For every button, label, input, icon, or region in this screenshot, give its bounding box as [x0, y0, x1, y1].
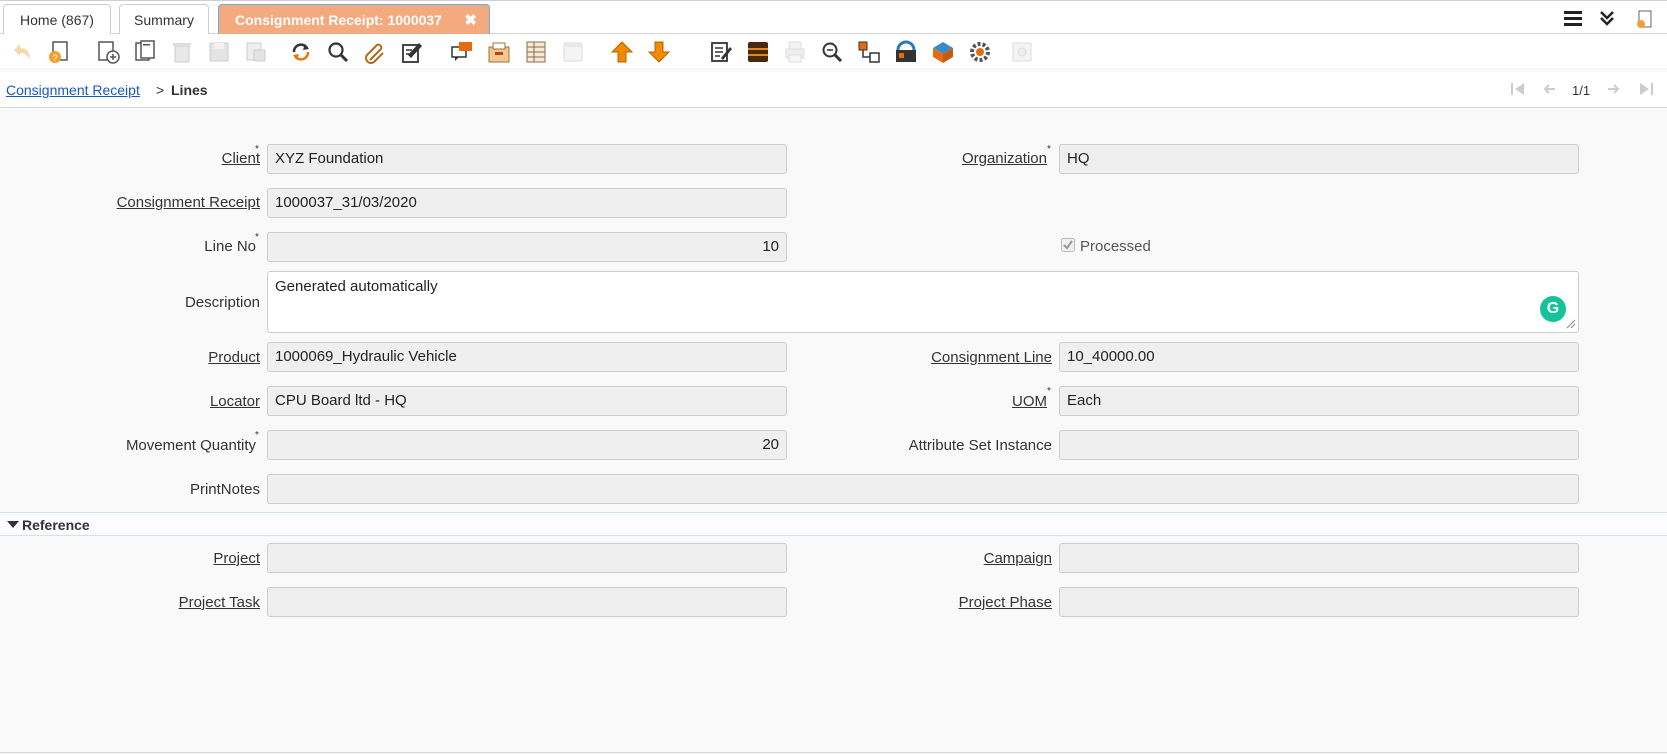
movement-quantity-field[interactable]: 20: [267, 430, 787, 460]
line-no-label: Line No: [204, 238, 256, 255]
organization-label[interactable]: Organization: [962, 150, 1047, 167]
uom-field[interactable]: Each: [1059, 386, 1579, 416]
request-icon[interactable]: [894, 40, 918, 64]
description-field[interactable]: Generated automatically: [267, 271, 1579, 333]
tab-home-label: Home (867): [20, 12, 94, 28]
reference-section-header[interactable]: Reference: [0, 512, 1667, 536]
movement-quantity-label: Movement Quantity: [125, 437, 256, 454]
product-info-icon[interactable]: [931, 40, 955, 64]
consignment-line-field[interactable]: 10_40000.00: [1059, 342, 1579, 372]
customize-icon[interactable]: [1010, 40, 1034, 64]
first-record-icon[interactable]: [1510, 82, 1526, 99]
svg-text:?: ?: [52, 53, 57, 63]
new-record-icon[interactable]: [96, 40, 120, 64]
resize-handle-icon[interactable]: [1566, 319, 1576, 329]
record-counter: 1/1: [1572, 83, 1591, 98]
product-label[interactable]: Product: [208, 349, 260, 366]
project-phase-label[interactable]: Project Phase: [959, 594, 1052, 611]
locator-label[interactable]: Locator: [210, 393, 260, 410]
client-field[interactable]: XYZ Foundation: [267, 144, 787, 174]
attribute-set-instance-label: Attribute Set Instance: [908, 437, 1052, 454]
previous-record-arrow-icon[interactable]: [610, 40, 634, 64]
delete-icon[interactable]: [170, 40, 194, 64]
breadcrumb-parent-link[interactable]: Consignment Receipt: [6, 82, 140, 98]
product-field[interactable]: 1000069_Hydraulic Vehicle: [267, 342, 787, 372]
archive-icon[interactable]: [487, 40, 511, 64]
bottom-divider: [0, 752, 1667, 753]
collapse-triangle-icon[interactable]: [7, 521, 19, 528]
undo-icon[interactable]: [10, 40, 34, 64]
chat-note-icon[interactable]: [400, 40, 424, 64]
help-icon[interactable]: ?: [46, 40, 70, 64]
print-notes-label: PrintNotes: [189, 481, 260, 498]
tab-consignment-receipt-label: Consignment Receipt: 1000037: [235, 12, 442, 28]
tab-summary[interactable]: Summary: [119, 4, 209, 35]
organization-field[interactable]: HQ: [1059, 144, 1579, 174]
description-label: Description: [184, 294, 260, 311]
previous-record-icon[interactable]: [1541, 82, 1557, 99]
save-new-icon[interactable]: [244, 40, 268, 64]
toolbar: ?: [0, 34, 1667, 68]
campaign-field[interactable]: [1059, 543, 1579, 573]
zoom-across-icon[interactable]: [820, 40, 844, 64]
processed-checkbox[interactable]: [1061, 238, 1075, 252]
breadcrumb-current: Lines: [171, 82, 208, 98]
attachment-icon[interactable]: [363, 40, 387, 64]
uom-required-mark: *: [1047, 386, 1051, 397]
project-task-label[interactable]: Project Task: [179, 594, 260, 611]
next-record-icon[interactable]: [1606, 82, 1622, 99]
locator-field[interactable]: CPU Board ltd - HQ: [267, 386, 787, 416]
project-label[interactable]: Project: [213, 550, 260, 567]
processed-label: Processed: [1080, 238, 1151, 255]
expand-down-icon[interactable]: [1599, 10, 1615, 29]
attribute-set-instance-field[interactable]: [1059, 430, 1579, 460]
refresh-icon[interactable]: [289, 40, 313, 64]
line-no-required-mark: *: [255, 232, 259, 243]
parent-record-icon[interactable]: [561, 40, 585, 64]
print-notes-field[interactable]: [267, 474, 1579, 504]
reference-section-title: Reference: [22, 517, 90, 533]
consignment-line-label[interactable]: Consignment Line: [931, 349, 1052, 366]
uom-label[interactable]: UOM: [1012, 393, 1047, 410]
campaign-label[interactable]: Campaign: [984, 550, 1052, 567]
consignment-receipt-label[interactable]: Consignment Receipt: [117, 194, 260, 211]
breadcrumb: Consignment Receipt > Lines 1/1: [0, 72, 1667, 108]
movement-quantity-required-mark: *: [255, 430, 259, 441]
save-icon[interactable]: [207, 40, 231, 64]
project-task-field[interactable]: [267, 587, 787, 617]
grid-toggle-icon[interactable]: [524, 40, 548, 64]
consignment-receipt-field[interactable]: 1000037_31/03/2020: [267, 188, 787, 218]
archived-documents-icon[interactable]: [746, 40, 770, 64]
tab-home[interactable]: Home (867): [3, 4, 111, 35]
last-record-icon[interactable]: [1638, 82, 1654, 99]
workflow-icon[interactable]: [857, 40, 881, 64]
line-no-field[interactable]: 10: [267, 232, 787, 262]
chat-icon[interactable]: [450, 40, 474, 64]
project-field[interactable]: [267, 543, 787, 573]
report-icon[interactable]: [709, 40, 733, 64]
menu-icon[interactable]: [1564, 10, 1582, 29]
project-phase-field[interactable]: [1059, 587, 1579, 617]
process-gear-icon[interactable]: [968, 40, 992, 64]
print-icon[interactable]: [783, 40, 807, 64]
grammarly-icon[interactable]: G: [1540, 296, 1566, 322]
organization-required-mark: *: [1047, 144, 1051, 155]
tab-consignment-receipt[interactable]: Consignment Receipt: 1000037 ✖: [218, 4, 490, 35]
close-tab-icon[interactable]: ✖: [464, 5, 477, 36]
next-record-arrow-icon[interactable]: [647, 40, 671, 64]
tab-summary-label: Summary: [134, 12, 194, 28]
client-required-mark: *: [255, 144, 259, 155]
copy-record-icon[interactable]: [133, 40, 157, 64]
document-icon[interactable]: [1635, 10, 1653, 33]
breadcrumb-separator: >: [156, 82, 165, 98]
window-tab-bar: Home (867) Summary Consignment Receipt: …: [0, 0, 1667, 35]
find-icon[interactable]: [326, 40, 350, 64]
